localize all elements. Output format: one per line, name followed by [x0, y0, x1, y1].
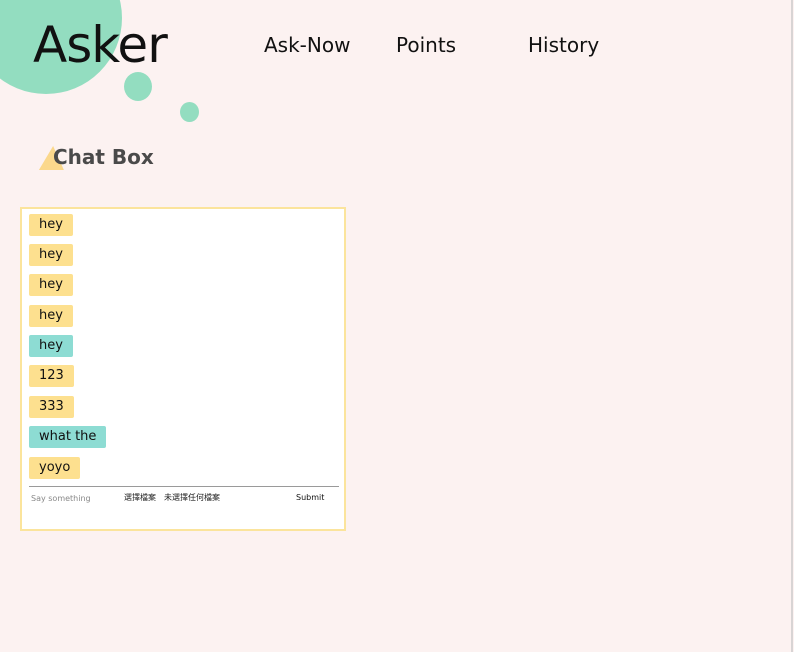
chat-message: hey — [29, 214, 73, 236]
chat-message: hey — [29, 274, 73, 296]
input-divider — [29, 486, 339, 487]
chat-message: hey — [29, 244, 73, 266]
choose-file-button[interactable]: 選擇檔案 — [124, 491, 156, 505]
chat-message: hey — [29, 335, 73, 357]
file-status-text: 未選擇任何檔案 — [164, 493, 220, 502]
page: Asker Ask-Now Points History Chat Box he… — [0, 0, 794, 652]
chat-box: hey hey hey hey hey 123 333 what the yoy… — [20, 207, 346, 531]
chat-message: what the — [29, 426, 107, 448]
section-title: Chat Box — [53, 145, 154, 169]
chat-message: hey — [29, 305, 73, 327]
chat-message: 123 — [29, 365, 74, 387]
nav-link-ask-now[interactable]: Ask-Now — [264, 32, 350, 58]
message-input[interactable] — [29, 491, 121, 505]
submit-button[interactable]: Submit — [294, 491, 326, 505]
nav-link-points[interactable]: Points — [396, 32, 456, 58]
chat-message: 333 — [29, 396, 74, 418]
decorative-circle-small — [180, 102, 199, 122]
app-logo[interactable]: Asker — [33, 14, 168, 76]
nav-link-history[interactable]: History — [528, 32, 599, 58]
chat-message: yoyo — [29, 457, 81, 479]
window-edge — [791, 0, 793, 652]
decorative-circle-medium — [124, 72, 152, 101]
